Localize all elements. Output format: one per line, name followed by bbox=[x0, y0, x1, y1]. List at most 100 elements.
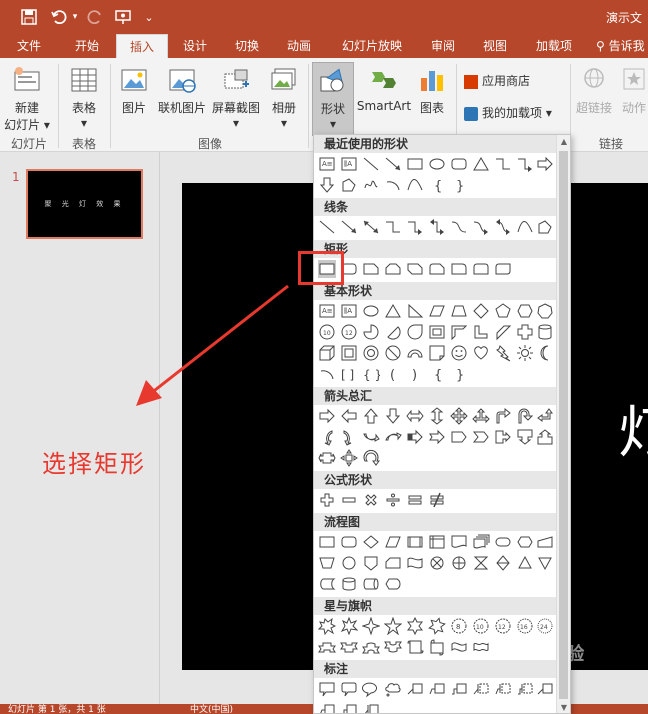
shape-diagonal-stripe[interactable] bbox=[494, 323, 512, 341]
shape-sun[interactable] bbox=[516, 344, 534, 362]
table-button[interactable]: 表格 ▾ bbox=[62, 66, 106, 130]
shape-flowchart-merge[interactable] bbox=[536, 554, 554, 572]
shape-line-callout-1-accent[interactable] bbox=[472, 680, 490, 698]
shape-rectangle[interactable] bbox=[406, 155, 424, 173]
shape-elbow-connector[interactable] bbox=[494, 155, 512, 173]
shape-flowchart-multidocument[interactable] bbox=[472, 533, 490, 551]
shape-elbow-double-arrow[interactable] bbox=[428, 218, 446, 236]
shape-double-brace[interactable]: { } bbox=[362, 365, 382, 383]
shape-line-callout-3[interactable] bbox=[450, 680, 468, 698]
shapes-button[interactable]: 形状 ▾ bbox=[312, 62, 354, 136]
smartart-button[interactable]: SmartArt bbox=[356, 66, 412, 113]
shape-wave[interactable] bbox=[450, 638, 468, 656]
tab-review[interactable]: 审阅 bbox=[420, 34, 466, 58]
shape-up-arrow-callout[interactable] bbox=[536, 428, 554, 446]
shape-freeform[interactable] bbox=[340, 176, 358, 194]
shape-flowchart-manual-operation[interactable] bbox=[318, 554, 336, 572]
shape-curved-up-arrow[interactable] bbox=[362, 428, 380, 446]
shape-oval[interactable] bbox=[362, 302, 380, 320]
shape-block-arc[interactable] bbox=[406, 344, 424, 362]
shape-8-point-star[interactable]: 8 bbox=[450, 617, 468, 635]
shape-down-arrow[interactable] bbox=[318, 176, 336, 194]
shape-quad-arrow-callout[interactable] bbox=[340, 449, 358, 467]
screenshot-button[interactable]: 屏幕截图 ▾ bbox=[210, 66, 262, 130]
shape-line-callout-1[interactable] bbox=[406, 680, 424, 698]
shape-16-point-star[interactable]: 16 bbox=[516, 617, 534, 635]
shape-chord[interactable] bbox=[384, 323, 402, 341]
shape-flowchart-extract[interactable] bbox=[516, 554, 534, 572]
undo-icon[interactable] bbox=[48, 6, 70, 28]
shape-line-callout-accent-border[interactable] bbox=[362, 701, 380, 713]
tab-animations[interactable]: 动画 bbox=[276, 34, 322, 58]
shape-flowchart-document[interactable] bbox=[450, 533, 468, 551]
shape-folded-corner[interactable] bbox=[428, 344, 446, 362]
shape-10-point-star[interactable]: 10 bbox=[472, 617, 490, 635]
shape-curved-arrow-connector[interactable] bbox=[472, 218, 490, 236]
shape-curved-right-arrow[interactable] bbox=[318, 428, 336, 446]
shape-pentagon-arrow[interactable] bbox=[450, 428, 468, 446]
shape-flowchart-predefined-process[interactable] bbox=[406, 533, 424, 551]
shape-no-symbol[interactable] bbox=[384, 344, 402, 362]
tab-tell-me[interactable]: ⚲ 告诉我 bbox=[596, 34, 648, 58]
shape-pie[interactable] bbox=[362, 323, 380, 341]
shape-left-right-arrow-callout[interactable] bbox=[318, 449, 336, 467]
shape-curved-double-arrow[interactable] bbox=[494, 218, 512, 236]
gallery-scrollbar[interactable]: ▲ ▼ bbox=[556, 135, 570, 713]
shape-donut[interactable] bbox=[362, 344, 380, 362]
scroll-down-icon[interactable]: ▼ bbox=[557, 701, 570, 713]
shape-flowchart-magnetic-disk[interactable] bbox=[340, 575, 358, 593]
shape-left-up-arrow[interactable] bbox=[536, 407, 554, 425]
shape-flowchart-sort[interactable] bbox=[494, 554, 512, 572]
shape-up-ribbon[interactable] bbox=[318, 638, 336, 656]
shape-lightning-bolt[interactable] bbox=[494, 344, 512, 362]
shape-trapezoid[interactable] bbox=[450, 302, 468, 320]
shape-flowchart-process[interactable] bbox=[318, 533, 336, 551]
save-icon[interactable] bbox=[18, 6, 40, 28]
shape-flowchart-preparation[interactable] bbox=[516, 533, 534, 551]
shape-rounded-rectangle[interactable] bbox=[450, 155, 468, 173]
shape-line-callout-3-border[interactable] bbox=[340, 701, 358, 713]
shape-flowchart-or[interactable] bbox=[450, 554, 468, 572]
shape-parallelogram[interactable] bbox=[428, 302, 446, 320]
shape-vertical-textbox[interactable]: ⫼A bbox=[340, 155, 358, 173]
shape-pentagon[interactable] bbox=[494, 302, 512, 320]
shape-12-point-star[interactable]: 12 bbox=[494, 617, 512, 635]
action-button[interactable]: 动作 bbox=[616, 66, 648, 116]
shape-line-callout-2-accent[interactable] bbox=[494, 680, 512, 698]
shape-smiley-face[interactable] bbox=[450, 344, 468, 362]
shape-curved-down-ribbon[interactable] bbox=[384, 638, 402, 656]
shape-u-turn-arrow[interactable] bbox=[516, 407, 534, 425]
shape-flowchart-display[interactable] bbox=[384, 575, 402, 593]
shape-right-arrow-callout[interactable] bbox=[494, 428, 512, 446]
shape-left-right-up-arrow[interactable] bbox=[472, 407, 490, 425]
shape-right-brace[interactable]: } bbox=[450, 176, 468, 194]
shape-left-brace[interactable]: { bbox=[428, 365, 446, 383]
shape-frame[interactable] bbox=[428, 323, 446, 341]
shape-triangle[interactable] bbox=[384, 302, 402, 320]
present-icon[interactable] bbox=[112, 6, 134, 28]
shape-snip-same-side-rectangle[interactable] bbox=[384, 260, 402, 278]
new-slide-button[interactable]: 新建 幻灯片 ▾ bbox=[4, 66, 50, 133]
shape-4-point-star[interactable] bbox=[361, 616, 381, 636]
shape-minus-sign[interactable] bbox=[340, 491, 358, 509]
shape-down-ribbon[interactable] bbox=[340, 638, 358, 656]
shape-flowchart-punched-tape[interactable] bbox=[406, 554, 424, 572]
shape-flowchart-data[interactable] bbox=[384, 533, 402, 551]
scroll-thumb[interactable] bbox=[559, 151, 568, 699]
shape-up-arrow[interactable] bbox=[362, 407, 380, 425]
online-picture-button[interactable]: 联机图片 bbox=[156, 66, 208, 116]
shape-right-arrow[interactable] bbox=[536, 155, 554, 173]
shape-plus[interactable] bbox=[516, 323, 534, 341]
shape-textbox[interactable]: A≡ bbox=[318, 155, 336, 173]
shape-left-right-arrow[interactable] bbox=[406, 407, 424, 425]
shape-elbow-arrow[interactable] bbox=[406, 218, 424, 236]
shape-snip-round-rectangle[interactable] bbox=[428, 260, 446, 278]
shape-right-brace[interactable]: } bbox=[450, 365, 468, 383]
shape-flowchart-alternate-process[interactable] bbox=[340, 533, 358, 551]
shape-dodecagon[interactable]: 12 bbox=[340, 323, 358, 341]
shape-left-brace[interactable]: { bbox=[428, 176, 446, 194]
shape-freeform[interactable] bbox=[536, 218, 554, 236]
shape-explosion-1[interactable] bbox=[317, 617, 337, 636]
shape-round-diagonal-rectangle[interactable] bbox=[494, 260, 512, 278]
shape-left-arrow[interactable] bbox=[340, 407, 358, 425]
